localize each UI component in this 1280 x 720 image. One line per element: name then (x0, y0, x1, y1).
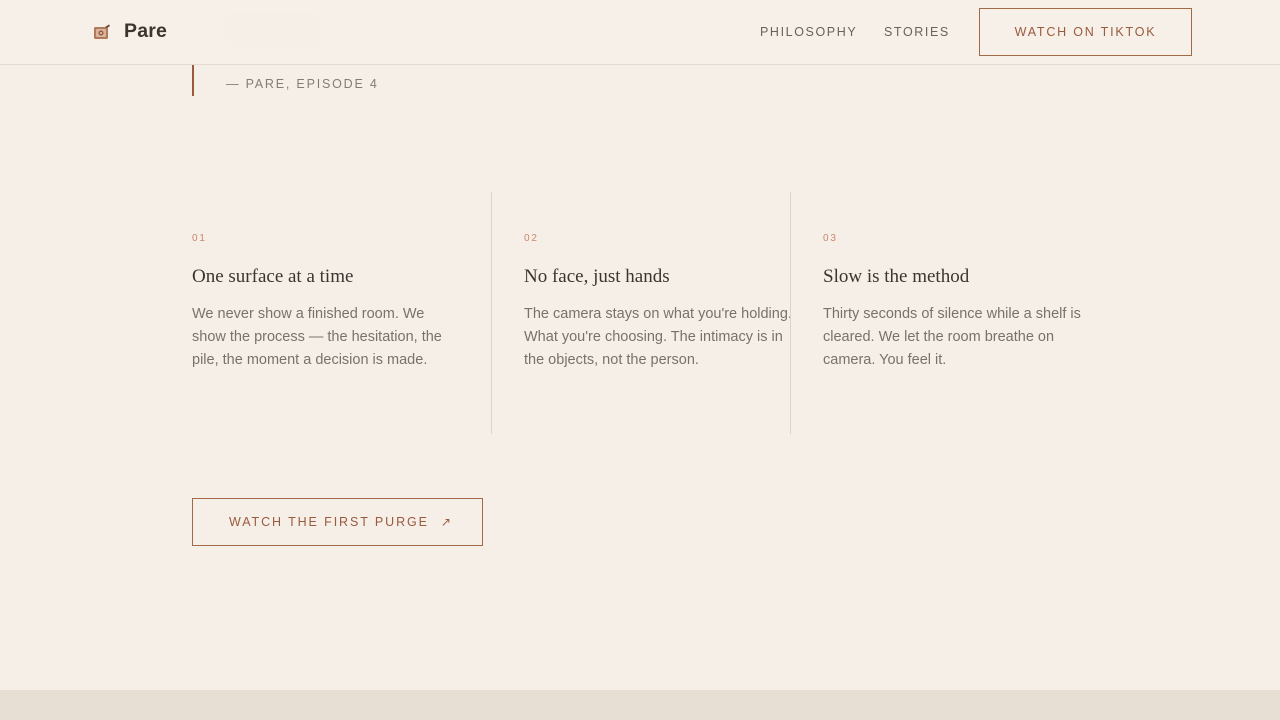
philosophy-pillars: 01 One surface at a time We never show a… (192, 192, 1092, 434)
site-header: Pare PHILOSOPHY STORIES WATCH ON TIKTOK (0, 0, 1280, 65)
arrow-up-right-icon: ↗ (440, 515, 453, 529)
pillar-title: Slow is the method (823, 266, 970, 287)
nav-philosophy-link[interactable]: PHILOSOPHY (760, 25, 857, 39)
cta-label: WATCH THE FIRST PURGE (229, 515, 429, 529)
watch-first-purge-button[interactable]: WATCH THE FIRST PURGE ↗ (192, 498, 483, 546)
nav-stories-link[interactable]: STORIES (884, 25, 950, 39)
pillar-title: One surface at a time (192, 266, 354, 287)
footer-band (0, 690, 1280, 720)
brand-logo[interactable]: Pare (93, 20, 167, 43)
pillar-body: The camera stays on what you're holding.… (524, 306, 792, 368)
quote-citation: — PARE, EPISODE 4 (226, 77, 379, 91)
pillar-number: 03 (823, 233, 838, 244)
pillar-body: We never show a finished room. We show t… (192, 306, 442, 368)
box-icon (94, 24, 110, 39)
pillar-title: No face, just hands (524, 266, 670, 287)
pillar-card: 01 One surface at a time We never show a… (192, 192, 491, 434)
pillar-card: 02 No face, just hands The camera stays … (491, 192, 792, 434)
pillar-card: 03 Slow is the method Thirty seconds of … (790, 192, 1092, 434)
pillar-body: Thirty seconds of silence while a shelf … (823, 306, 1081, 368)
pillar-number: 02 (524, 233, 539, 244)
quote-accent-bar (192, 64, 194, 96)
watch-on-tiktok-button[interactable]: WATCH ON TIKTOK (979, 8, 1192, 56)
brand-name: Pare (124, 20, 168, 42)
pillar-number: 01 (192, 233, 207, 244)
